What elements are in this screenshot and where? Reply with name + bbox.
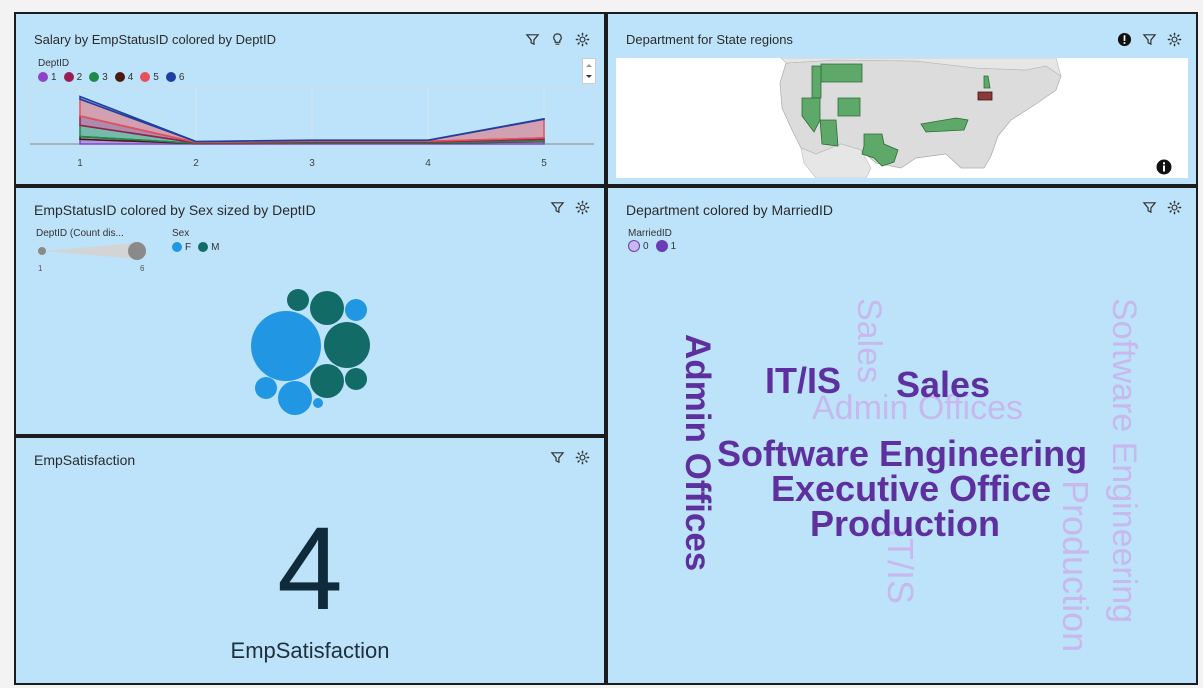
x-tick-label: 2	[193, 158, 199, 169]
map-region-massachusetts	[977, 91, 993, 101]
panel-toolbar	[550, 450, 590, 465]
bubble[interactable]	[324, 322, 370, 368]
kpi-label: EmpSatisfaction	[230, 638, 390, 663]
word[interactable]: Admin Offices	[678, 334, 717, 571]
bubble[interactable]	[255, 377, 277, 399]
bubble[interactable]	[310, 364, 344, 398]
filter-icon[interactable]	[550, 450, 565, 465]
x-tick-label: 4	[425, 158, 431, 169]
x-tick-label: 1	[77, 158, 83, 169]
word[interactable]: Software Engineering	[1105, 298, 1143, 623]
panel-department-map[interactable]: Department for State regions	[608, 14, 1196, 184]
settings-icon[interactable]	[575, 450, 590, 465]
word[interactable]: IT/IS	[765, 360, 841, 401]
panel-title: EmpSatisfaction	[34, 452, 136, 468]
panel-salary-chart[interactable]: Salary by EmpStatusID colored by DeptID …	[16, 14, 604, 184]
panel-emp-satisfaction[interactable]: EmpSatisfaction 4 EmpSatisfaction	[16, 438, 604, 683]
word-cloud[interactable]: Sales Admin Offices IT/IS Production Sof…	[608, 188, 1196, 683]
map-region-colorado	[837, 97, 861, 117]
bubble-pack[interactable]	[16, 188, 604, 434]
bubble[interactable]	[287, 289, 309, 311]
bubble[interactable]	[251, 311, 321, 381]
panel-bubble-chart[interactable]: EmpStatusID colored by Sex sized by Dept…	[16, 188, 604, 434]
us-state-map[interactable]	[616, 58, 1188, 178]
bubble[interactable]	[313, 398, 323, 408]
word[interactable]: Production	[810, 503, 1000, 544]
map-region-arizona	[819, 119, 839, 147]
bubble[interactable]	[310, 291, 344, 325]
settings-icon[interactable]	[1167, 32, 1182, 47]
salary-area-chart: 1 2 3 4 5	[29, 87, 595, 169]
bubble[interactable]	[345, 299, 367, 321]
panel-title: Department for State regions	[626, 32, 793, 47]
kpi-value: 4	[277, 503, 343, 635]
info-icon[interactable]	[1156, 159, 1172, 175]
word[interactable]: Production	[1055, 480, 1096, 652]
filter-icon[interactable]	[1142, 32, 1157, 47]
alert-icon[interactable]	[1117, 32, 1132, 47]
panel-word-cloud[interactable]: Department colored by MarriedID MarriedI…	[608, 188, 1196, 683]
map-region-montana	[820, 63, 863, 83]
word[interactable]: Sales	[896, 364, 990, 405]
bubble[interactable]	[345, 368, 367, 390]
x-tick-label: 5	[541, 158, 547, 169]
dashboard-canvas: Salary by EmpStatusID colored by DeptID …	[14, 12, 1198, 685]
x-tick-label: 3	[309, 158, 315, 169]
panel-toolbar	[1117, 32, 1182, 47]
word[interactable]: Sales	[850, 298, 888, 383]
bubble[interactable]	[278, 381, 312, 415]
map-region-idaho	[811, 65, 822, 99]
